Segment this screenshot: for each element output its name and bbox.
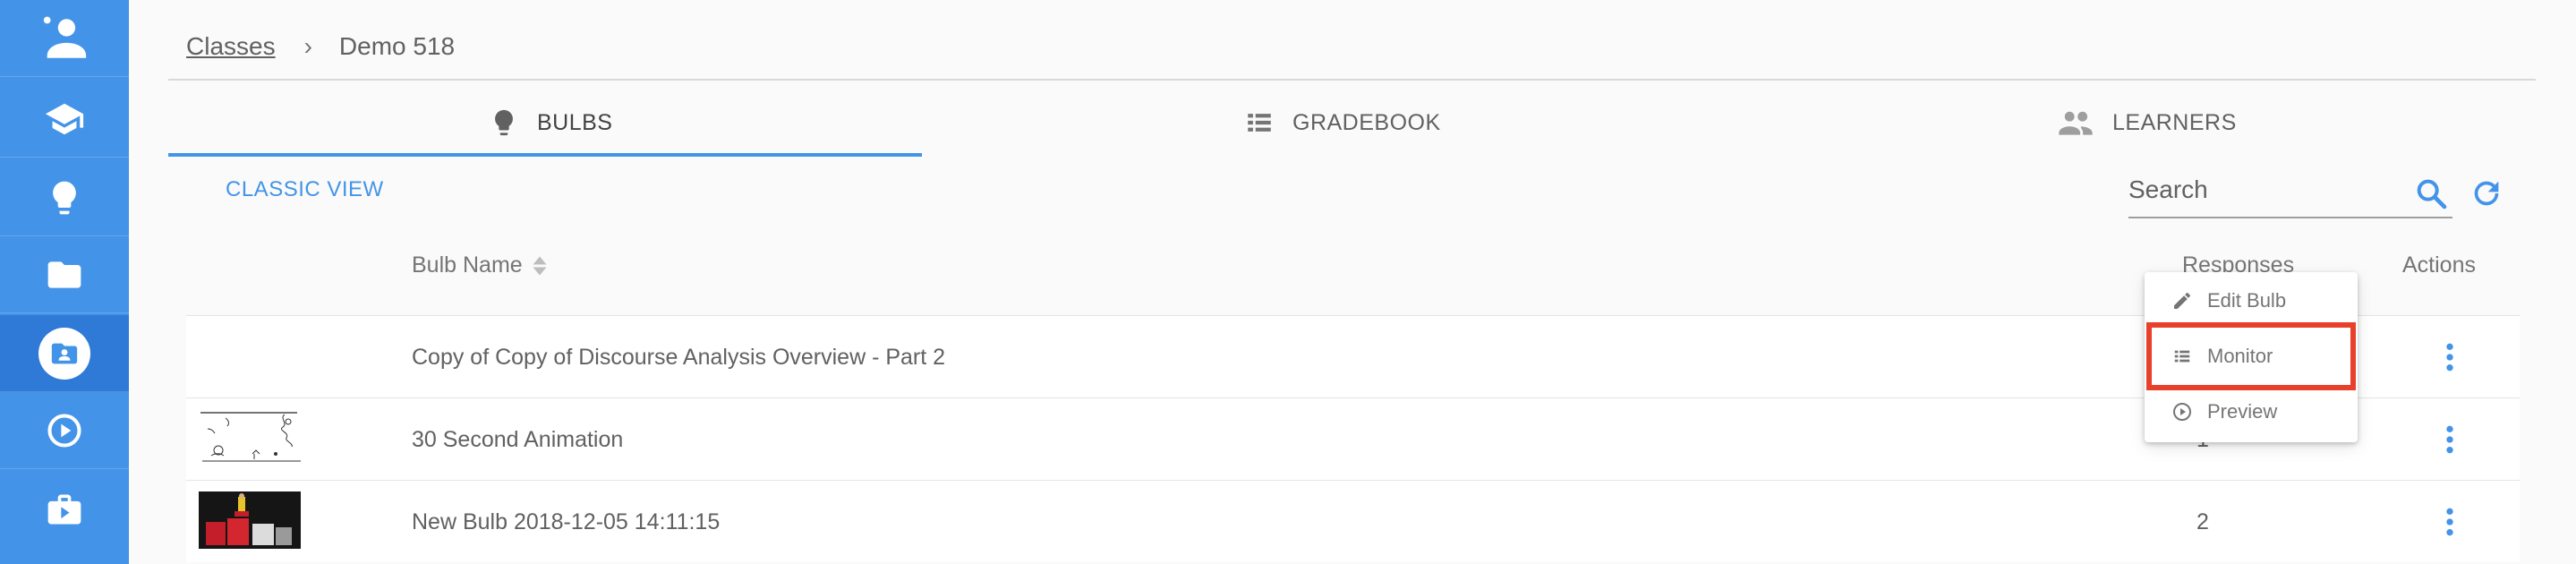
refresh-icon[interactable] (2469, 175, 2504, 216)
folder-icon (45, 255, 84, 295)
sidebar (0, 0, 129, 564)
tab-learners[interactable]: LEARNERS (2057, 90, 2237, 156)
bulb-thumbnail (199, 491, 301, 549)
list-icon (1244, 107, 1275, 138)
tab-bulbs[interactable]: BULBS (489, 90, 612, 156)
actions-menu: Edit Bulb Monitor Preview (2145, 272, 2358, 442)
class-account-icon (38, 327, 90, 380)
response-count: 2 (2196, 508, 2209, 534)
sidebar-item-profile[interactable] (0, 0, 129, 77)
more-vert-icon[interactable] (2430, 500, 2469, 543)
briefcase-play-icon (45, 490, 84, 529)
column-header-actions: Actions (2402, 252, 2476, 278)
user-profile-icon (38, 13, 90, 64)
more-vert-icon[interactable] (2430, 418, 2469, 461)
list-icon (2171, 346, 2193, 366)
menu-item-edit-bulb[interactable]: Edit Bulb (2145, 274, 2358, 328)
graduation-cap-icon (44, 98, 85, 140)
pencil-icon (2171, 290, 2193, 312)
sidebar-item-folders[interactable] (0, 236, 129, 313)
column-header-label: Bulb Name (412, 252, 523, 278)
column-header-bulb-name[interactable]: Bulb Name (412, 252, 548, 278)
menu-item-preview[interactable]: Preview (2145, 385, 2358, 439)
more-vert-icon[interactable] (2430, 336, 2469, 379)
breadcrumb: Classes › Demo 518 (186, 29, 455, 64)
classic-view-link[interactable]: CLASSIC VIEW (226, 177, 384, 202)
header-divider (168, 79, 2536, 81)
bulb-name[interactable]: Copy of Copy of Discourse Analysis Overv… (412, 316, 945, 398)
column-header-label: Actions (2402, 252, 2476, 278)
table-row[interactable]: New Bulb 2018-12-05 14:11:15 2 (186, 480, 2520, 562)
play-circle-icon (45, 411, 84, 450)
search-icon[interactable] (2413, 175, 2449, 216)
people-icon (2057, 107, 2094, 138)
breadcrumb-current: Demo 518 (338, 32, 456, 60)
sidebar-item-bulbs[interactable] (0, 159, 129, 236)
menu-item-label: Edit Bulb (2207, 289, 2287, 312)
tab-label: LEARNERS (2112, 109, 2237, 135)
menu-item-label: Monitor (2207, 345, 2273, 367)
breadcrumb-link-classes[interactable]: Classes (186, 32, 276, 61)
search-field (2128, 170, 2452, 218)
sort-icon[interactable] (532, 255, 548, 277)
play-circle-icon (2171, 401, 2193, 423)
sidebar-item-play[interactable] (0, 392, 129, 469)
bulb-thumbnail (199, 409, 301, 466)
active-tab-indicator (168, 153, 922, 157)
tab-gradebook[interactable]: GRADEBOOK (1244, 90, 1441, 156)
bulb-thumbnail (199, 327, 301, 384)
bulb-name[interactable]: New Bulb 2018-12-05 14:11:15 (412, 481, 720, 563)
lightbulb-icon (489, 106, 519, 140)
menu-item-monitor[interactable]: Monitor (2145, 329, 2358, 383)
tab-label: GRADEBOOK (1292, 109, 1441, 135)
search-input[interactable] (2128, 170, 2397, 209)
sidebar-item-classes[interactable] (0, 81, 129, 158)
breadcrumb-separator: › (303, 32, 312, 60)
sidebar-item-class-account[interactable] (0, 315, 129, 392)
bulb-name[interactable]: 30 Second Animation (412, 398, 623, 481)
lightbulb-icon (45, 178, 84, 218)
menu-item-label: Preview (2207, 400, 2278, 423)
sidebar-item-portfolio[interactable] (0, 471, 129, 548)
tab-label: BULBS (537, 109, 613, 135)
